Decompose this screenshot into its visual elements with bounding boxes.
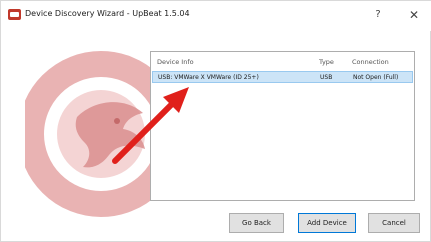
app-icon — [8, 9, 21, 20]
window-title: Device Discovery Wizard - UpBeat 1.5.04 — [25, 9, 190, 18]
device-type-cell: USB — [320, 74, 333, 81]
column-header-connection[interactable]: Connection — [352, 58, 389, 66]
column-header-type[interactable]: Type — [319, 58, 334, 66]
device-discovery-window: Device Discovery Wizard - UpBeat 1.5.04 … — [0, 0, 431, 242]
column-header-device-info[interactable]: Device Info — [157, 58, 194, 66]
go-back-button[interactable]: Go Back — [229, 213, 284, 233]
close-button[interactable]: ✕ — [405, 7, 423, 23]
add-device-button[interactable]: Add Device — [298, 213, 356, 233]
device-connection-cell: Not Open (Full) — [353, 74, 399, 81]
device-list-header: Device Info Type Connection — [151, 52, 414, 70]
red-arrow-icon — [112, 87, 189, 164]
cancel-button[interactable]: Cancel — [368, 213, 420, 233]
title-bar[interactable]: Device Discovery Wizard - UpBeat 1.5.04 … — [1, 1, 431, 31]
help-button[interactable]: ? — [369, 7, 387, 23]
device-info-cell: USB: VMWare X VMWare (ID 25+) — [158, 74, 259, 81]
